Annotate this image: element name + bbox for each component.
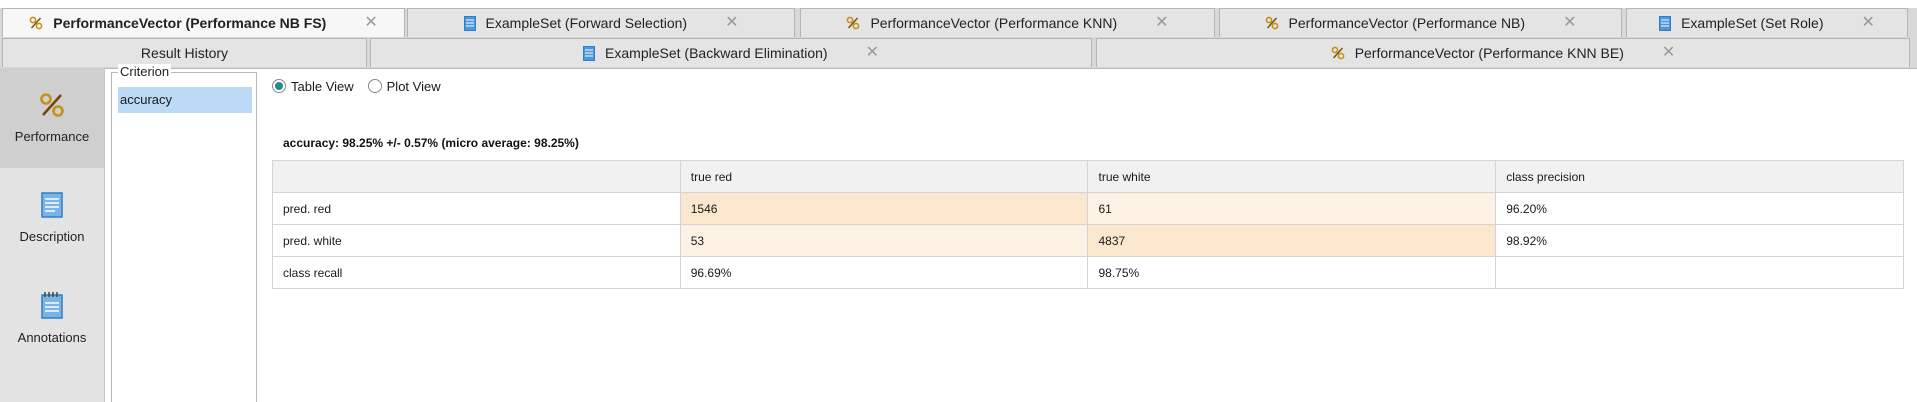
tab-result-history[interactable]: Result History — [2, 38, 367, 67]
table-view-radio[interactable] — [272, 79, 286, 93]
tab-performance-nb-fs[interactable]: PerformanceVector (Performance NB FS) ✕ — [2, 8, 405, 37]
tab-set-role[interactable]: ExampleSet (Set Role) ✕ — [1626, 8, 1908, 37]
tab-bar-bottom: Result History ExampleSet (Backward Elim… — [0, 38, 1917, 69]
table-view-option[interactable]: Table View — [272, 79, 354, 94]
sidebar-item-annotations[interactable]: Annotations — [0, 268, 104, 368]
table-cell: 96.69% — [679, 256, 1089, 289]
header-cell — [272, 160, 681, 193]
percent-icon — [1331, 46, 1345, 60]
percent-icon — [1265, 16, 1279, 30]
tab-bar-top: PerformanceVector (Performance NB FS) ✕ … — [0, 8, 1917, 39]
criterion-item-accuracy[interactable]: accuracy — [118, 87, 252, 113]
sidebar-item-description[interactable]: Description — [0, 168, 104, 268]
table-cell: 61 — [1087, 192, 1497, 225]
table-cell: 98.75% — [1087, 256, 1497, 289]
table-row: pred. white 53 4837 98.92% — [272, 224, 1904, 257]
criterion-panel: Criterion accuracy — [111, 64, 257, 402]
tab-performance-knn[interactable]: PerformanceVector (Performance KNN) ✕ — [800, 8, 1215, 37]
percent-icon — [846, 16, 860, 30]
table-view-label: Table View — [291, 78, 354, 94]
tab-performance-nb[interactable]: PerformanceVector (Performance NB) ✕ — [1219, 8, 1622, 37]
header-cell: true red — [679, 160, 1089, 193]
tab-forward-selection[interactable]: ExampleSet (Forward Selection) ✕ — [407, 8, 795, 37]
tab-label: ExampleSet (Forward Selection) — [485, 15, 688, 31]
table-icon — [583, 45, 596, 61]
close-icon[interactable]: ✕ — [1155, 15, 1168, 31]
table-row: class recall 96.69% 98.75% — [272, 256, 1904, 289]
criterion-legend: Criterion — [118, 64, 172, 79]
sidebar-item-label: Annotations — [17, 330, 87, 345]
close-icon[interactable]: ✕ — [364, 15, 377, 31]
table-cell: 96.20% — [1495, 192, 1904, 225]
sidebar-item-label: Performance — [14, 129, 90, 144]
plot-view-option[interactable]: Plot View — [367, 78, 441, 94]
table-icon — [463, 15, 476, 31]
close-icon[interactable]: ✕ — [1563, 15, 1576, 31]
plot-view-radio[interactable] — [367, 79, 382, 93]
tab-label: PerformanceVector (Performance NB) — [1288, 15, 1526, 31]
table-cell: 1546 — [679, 192, 1089, 225]
header-cell: true white — [1087, 160, 1497, 193]
confusion-matrix: true red true white class precision pred… — [272, 160, 1904, 289]
plot-view-label: Plot View — [386, 78, 441, 94]
table-cell: 98.92% — [1495, 224, 1904, 257]
table-row: pred. red 1546 61 96.20% — [272, 192, 1904, 225]
tab-label: PerformanceVector (Performance NB FS) — [53, 15, 327, 31]
tab-performance-knn-be[interactable]: PerformanceVector (Performance KNN BE) ✕ — [1096, 38, 1910, 67]
close-icon[interactable]: ✕ — [866, 45, 879, 61]
view-sidebar: Performance Description Annotations — [0, 68, 105, 402]
tab-label: Result History — [140, 45, 229, 61]
percent-icon — [29, 16, 43, 30]
close-icon[interactable]: ✕ — [1662, 45, 1675, 61]
sidebar-item-label: Description — [19, 229, 85, 244]
document-icon — [41, 192, 63, 221]
tab-backward-elimination[interactable]: ExampleSet (Backward Elimination) ✕ — [370, 38, 1092, 67]
tab-label: PerformanceVector (Performance KNN BE) — [1354, 45, 1624, 61]
percent-icon — [39, 92, 65, 121]
sidebar-item-performance[interactable]: Performance — [0, 68, 104, 168]
table-cell — [1495, 256, 1904, 289]
table-header-row: true red true white class precision — [272, 160, 1904, 193]
notepad-icon — [40, 291, 64, 322]
tab-label: PerformanceVector (Performance KNN) — [870, 15, 1118, 31]
close-icon[interactable]: ✕ — [725, 15, 738, 31]
close-icon[interactable]: ✕ — [1862, 15, 1875, 31]
tab-label: ExampleSet (Backward Elimination) — [605, 45, 828, 61]
tab-label: ExampleSet (Set Role) — [1681, 15, 1824, 31]
header-cell: class precision — [1495, 160, 1904, 193]
table-cell: 53 — [679, 224, 1089, 257]
row-label: class recall — [272, 256, 681, 289]
row-label: pred. white — [272, 224, 681, 257]
view-options: Table View Plot View — [272, 76, 455, 96]
row-label: pred. red — [272, 192, 681, 225]
accuracy-summary: accuracy: 98.25% +/- 0.57% (micro averag… — [283, 136, 579, 150]
table-cell: 4837 — [1087, 224, 1497, 257]
table-icon — [1659, 15, 1672, 31]
